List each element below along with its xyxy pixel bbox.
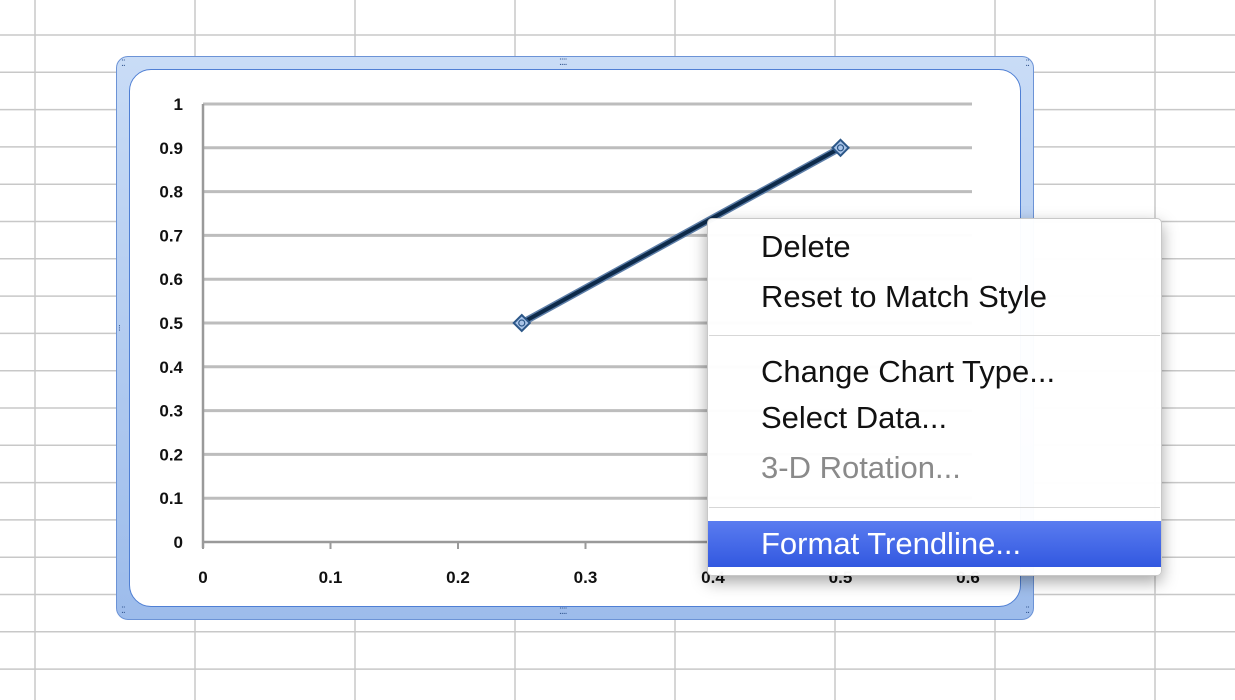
menu-item-change-chart-type[interactable]: Change Chart Type... xyxy=(708,349,1161,395)
menu-item-delete[interactable]: Delete xyxy=(708,224,1161,270)
y-tick-label: 0.4 xyxy=(159,358,183,377)
y-tick-label: 0.2 xyxy=(159,445,183,464)
menu-separator xyxy=(709,335,1160,336)
menu-item-select-data[interactable]: Select Data... xyxy=(708,395,1161,441)
y-tick-label: 0.8 xyxy=(159,183,183,202)
menu-item-3d-rotation: 3-D Rotation... xyxy=(761,450,961,485)
y-tick-label: 0.3 xyxy=(159,402,183,421)
y-tick-label: 0.1 xyxy=(159,489,183,508)
x-tick-label: 0.3 xyxy=(574,568,598,587)
menu-item-format-trendline[interactable]: Format Trendline... xyxy=(708,521,1161,567)
y-tick-label: 0.6 xyxy=(159,270,183,289)
context-menu[interactable]: Delete Reset to Match Style Change Chart… xyxy=(707,218,1162,576)
y-tick-label: 0 xyxy=(174,533,183,552)
menu-separator xyxy=(709,507,1160,508)
x-tick-label: 0.1 xyxy=(319,568,343,587)
x-tick-label: 0.2 xyxy=(446,568,470,587)
menu-item-reset-to-match-style[interactable]: Reset to Match Style xyxy=(708,274,1161,320)
y-tick-label: 0.9 xyxy=(159,139,183,158)
x-tick-label: 0 xyxy=(198,568,207,587)
y-tick-label: 1 xyxy=(174,95,183,114)
y-tick-label: 0.5 xyxy=(159,314,183,333)
y-tick-label: 0.7 xyxy=(159,226,183,245)
